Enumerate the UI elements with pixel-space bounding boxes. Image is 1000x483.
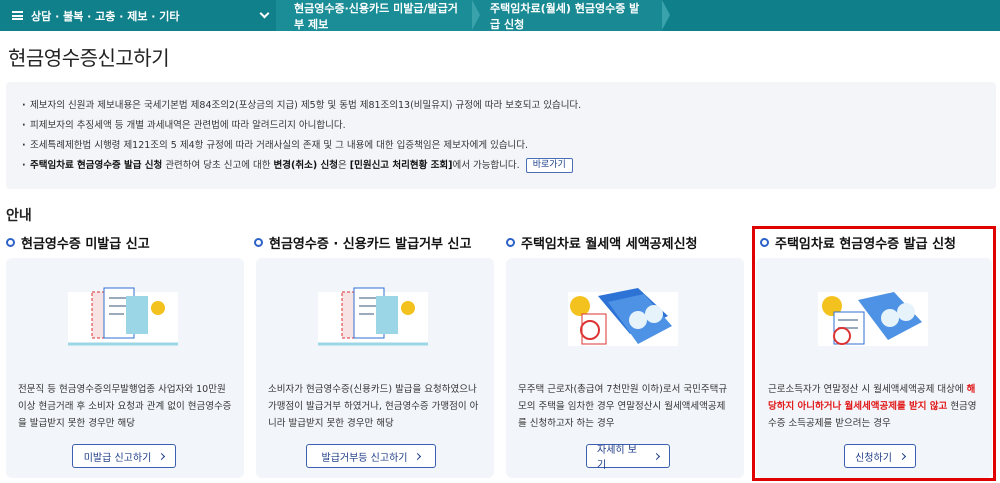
chevron-right-icon (158, 452, 166, 460)
wallet-illustration (568, 288, 678, 346)
notice-item-change-request: 주택임차료 현금영수증 발급 신청 관련하여 당초 신고에 대한 변경(취소) … (22, 156, 996, 176)
bullet-ring-icon (6, 238, 15, 247)
receipt-illustration (318, 287, 428, 346)
bullet-ring-icon (254, 238, 263, 247)
refusal-report-button[interactable]: 발급거부등 신고하기 (306, 444, 436, 468)
button-label: 자세히 보기 (597, 445, 637, 471)
category-menu-label: 상담 · 불복 · 고충 · 제보 · 기타 (31, 9, 180, 23)
page-title: 현금영수증신고하기 (8, 46, 170, 70)
button-label: 미발급 신고하기 (83, 452, 152, 464)
breadcrumb-label: 현금영수증·신용카드 미발급/발급거부 제보 (294, 1, 458, 31)
button-label: 발급거부등 신고하기 (321, 452, 408, 464)
notice-strong: 변경(취소) 신청 (273, 160, 338, 171)
menu-icon (12, 11, 23, 20)
breadcrumb-item-current[interactable]: 주택임차료(월세) 현금영수증 발급 신청 (472, 0, 670, 31)
notice-box: 제보자의 신원과 제보내용은 국세기본법 제84조의2(포상금의 지급) 제5항… (6, 82, 996, 189)
breadcrumb-item-report[interactable]: 현금영수증·신용카드 미발급/발급거부 제보 (276, 0, 480, 31)
card-description: 무주택 근로자(총급여 7천만원 이하)로서 국민주택규모의 주택을 임차한 경… (518, 384, 728, 429)
notice-strong: 주택임차료 현금영수증 발급 신청 (30, 160, 163, 171)
card-title: 주택임차료 월세액 세액공제신청 (506, 233, 698, 252)
bullet-ring-icon (506, 238, 515, 247)
receipt-illustration (68, 287, 178, 346)
goto-button[interactable]: 바로가기 (525, 158, 573, 173)
highlight-frame (752, 226, 996, 481)
card-description: 소비자가 현금영수증(신용카드) 발급을 요청하였으나 가맹점이 발급거부 하였… (268, 384, 479, 429)
notice-text: 관련하여 당초 신고에 대한 (162, 160, 274, 171)
category-menu[interactable]: 상담 · 불복 · 고충 · 제보 · 기타 (0, 0, 276, 31)
card-title-label: 현금영수증 미발급 신고 (21, 237, 150, 252)
card-title: 현금영수증 미발급 신고 (6, 233, 150, 252)
card-title-label: 현금영수증 · 신용카드 발급거부 신고 (269, 237, 472, 252)
chevron-down-icon (259, 8, 270, 19)
notice-strong: [민원신고 처리현황 조회] (349, 160, 453, 171)
breadcrumb-label: 주택임차료(월세) 현금영수증 발급 신청 (490, 1, 640, 31)
notice-item: 제보자의 신원과 제보내용은 국세기본법 제84조의2(포상금의 지급) 제5항… (22, 96, 996, 116)
chevron-right-icon (414, 452, 422, 460)
card-refusal-report: 소비자가 현금영수증(신용카드) 발급을 요청하였으나 가맹점이 발급거부 하였… (256, 258, 494, 478)
topbar-filler (662, 0, 1000, 31)
card-title-label: 주택임차료 월세액 세액공제신청 (521, 237, 698, 252)
notice-item: 조세특례제한법 시행령 제121조의 5 제4항 규정에 따라 거래사실의 존재… (22, 136, 996, 156)
notice-text: 에서 가능합니다. (452, 160, 520, 171)
section-title: 안내 (6, 208, 32, 224)
card-rent-deduction: 무주택 근로자(총급여 7천만원 이하)로서 국민주택규모의 주택을 임차한 경… (506, 258, 744, 478)
chevron-right-icon (652, 452, 661, 460)
top-breadcrumb-bar: 상담 · 불복 · 고충 · 제보 · 기타 현금영수증·신용카드 미발급/발급… (0, 0, 1000, 31)
card-description: 전문직 등 현금영수증의무발행업종 사업자와 10만원 이상 현금거래 후 소비… (18, 384, 232, 429)
card-title: 현금영수증 · 신용카드 발급거부 신고 (254, 233, 471, 252)
card-unissued-report: 전문직 등 현금영수증의무발행업종 사업자와 10만원 이상 현금거래 후 소비… (6, 258, 244, 478)
notice-item: 피제보자의 추징세액 등 개별 과세내역은 관련법에 따라 알려드리지 아니합니… (22, 116, 996, 136)
unissued-report-button[interactable]: 미발급 신고하기 (72, 444, 176, 468)
notice-text: 은 (337, 160, 350, 171)
view-details-button[interactable]: 자세히 보기 (586, 444, 670, 471)
